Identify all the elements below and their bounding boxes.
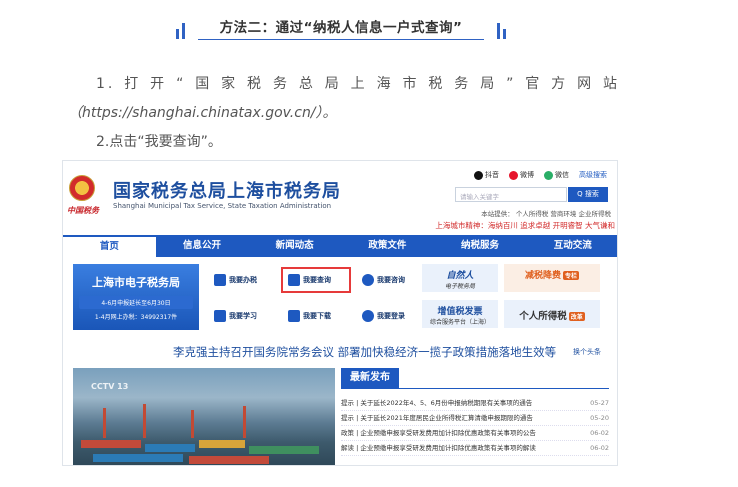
news-list: 提示 | 关于延长2022年4、5、6月份申报纳税期限有关事项的通告 05-27 … <box>341 396 609 456</box>
monitor-icon <box>214 274 226 286</box>
nav-home[interactable]: 首页 <box>63 235 156 257</box>
etax-notice: 4-6月申报延长至6月30日 <box>79 296 193 309</box>
weibo-icon <box>509 170 518 180</box>
headset-icon <box>362 274 374 286</box>
emblem-caption: 中国税务 <box>67 206 99 215</box>
step-1-url[interactable]: （https://shanghai.chinatax.gov.cn/）。 <box>68 103 628 123</box>
section-title: 方法二：通过“纳税人信息一户式查询” <box>219 20 463 36</box>
list-item[interactable]: 政策 | 企业预缴申报享受研发费用加计扣除优惠政策有关事项的公告 06-02 <box>341 426 609 441</box>
site-subtitle: Shanghai Municipal Tax Service, State Ta… <box>113 202 332 210</box>
nav-news[interactable]: 新闻动态 <box>248 235 341 257</box>
weibo-link[interactable]: 微博 <box>509 170 534 180</box>
heading-decoration-left <box>176 23 185 39</box>
wechat-link[interactable]: 微信 <box>544 170 569 180</box>
heading-underline <box>198 39 484 40</box>
download-button[interactable]: 我要下载 <box>283 305 349 327</box>
headline-link[interactable]: 李克强主持召开国务院常务会议 部署加快稳经济一揽子政策措施落地生效等 <box>173 344 556 360</box>
header-tools: 抖音 微博 微信 高级搜索 <box>474 170 607 180</box>
heading-decoration-right <box>497 23 506 39</box>
main-nav: 首页 信息公开 新闻动态 政策文件 纳税服务 互动交流 <box>63 235 617 257</box>
search-input[interactable]: 请输入关键字 <box>455 187 567 202</box>
city-slogan: 上海城市精神：海纳百川 追求卓越 开明睿智 大气谦和 <box>435 221 615 230</box>
learn-button[interactable]: 我要学习 <box>209 305 275 327</box>
book-icon <box>214 310 226 322</box>
wechat-icon <box>544 170 553 180</box>
step-2-text: 2.点击“我要查询”。 <box>96 134 222 150</box>
nav-policy[interactable]: 政策文件 <box>341 235 434 257</box>
douyin-icon <box>474 170 483 180</box>
website-screenshot: 中国税务 国家税务总局上海市税务局 Shanghai Municipal Tax… <box>62 160 618 466</box>
switch-headline-link[interactable]: 换个头条 <box>573 347 601 357</box>
user-icon <box>362 310 374 322</box>
nav-interaction[interactable]: 互动交流 <box>526 235 617 257</box>
national-emblem-icon <box>69 175 95 201</box>
etax-title: 上海市电子税务局 <box>92 276 180 289</box>
step-1-text: 1.打开“国家税务总局上海市税务局”官方网站 <box>96 76 620 92</box>
nav-info-disclosure[interactable]: 信息公开 <box>156 235 249 257</box>
list-item[interactable]: 解读 | 企业预缴申报享受研发费用加计扣除优惠政策有关事项的解读 06-02 <box>341 441 609 456</box>
vat-title: 增值税发票 <box>437 307 483 317</box>
news-photo[interactable]: CCTV 13 <box>73 368 335 465</box>
tax-cut-title: 减税降费 <box>524 271 561 281</box>
news-divider <box>341 388 609 389</box>
login-button[interactable]: 我要登录 <box>357 305 423 327</box>
nav-tax-service[interactable]: 纳税服务 <box>434 235 527 257</box>
download-icon <box>288 310 300 322</box>
advanced-search-link[interactable]: 高级搜索 <box>579 170 607 180</box>
iit-title: 个人所得税 <box>519 311 567 322</box>
list-item[interactable]: 提示 | 关于延长2022年4、5、6月份申报纳税期限有关事项的通告 05-27 <box>341 396 609 411</box>
handle-tax-button[interactable]: 我要办税 <box>209 269 275 291</box>
quick-links[interactable]: 本站提供： 个人所得税 营商环境 企业所得税 <box>481 208 611 218</box>
search-doc-icon <box>288 274 300 286</box>
natural-person-title: 自然人 <box>446 271 474 281</box>
latest-news-tab[interactable]: 最新发布 <box>341 368 399 388</box>
tax-cut-badge: 专栏 <box>563 271 580 280</box>
natural-person-sub: 电子税务局 <box>444 283 475 290</box>
etax-tile[interactable]: 上海市电子税务局 4-6月申报延长至6月30日 1-4月网上办税：3499231… <box>73 264 199 330</box>
vat-invoice-card[interactable]: 增值税发票 综合服务平台（上海） <box>422 300 498 328</box>
vat-sub: 综合服务平台（上海） <box>429 319 490 326</box>
cctv-logo: CCTV 13 <box>91 382 129 391</box>
tax-cut-card[interactable]: 减税降费 专栏 <box>504 264 600 292</box>
etax-count: 1-4月网上办税：34992317件 <box>94 314 178 321</box>
iit-card[interactable]: 个人所得税 改革 <box>504 300 600 328</box>
iit-badge: 改革 <box>568 312 585 321</box>
consult-button[interactable]: 我要咨询 <box>357 269 423 291</box>
list-item[interactable]: 提示 | 关于延长2021年度居民企业所得税汇算清缴申报期限的通告 05-20 <box>341 411 609 426</box>
search-button[interactable]: Q 搜索 <box>568 187 608 202</box>
query-button[interactable]: 我要查询 <box>281 267 351 293</box>
site-header: 中国税务 国家税务总局上海市税务局 Shanghai Municipal Tax… <box>63 161 617 235</box>
natural-person-etax-card[interactable]: 自然人 电子税务局 <box>422 264 498 292</box>
site-title[interactable]: 国家税务总局上海市税务局 <box>113 177 341 203</box>
section-heading: 方法二：通过“纳税人信息一户式查询” <box>176 12 506 44</box>
douyin-link[interactable]: 抖音 <box>474 170 499 180</box>
